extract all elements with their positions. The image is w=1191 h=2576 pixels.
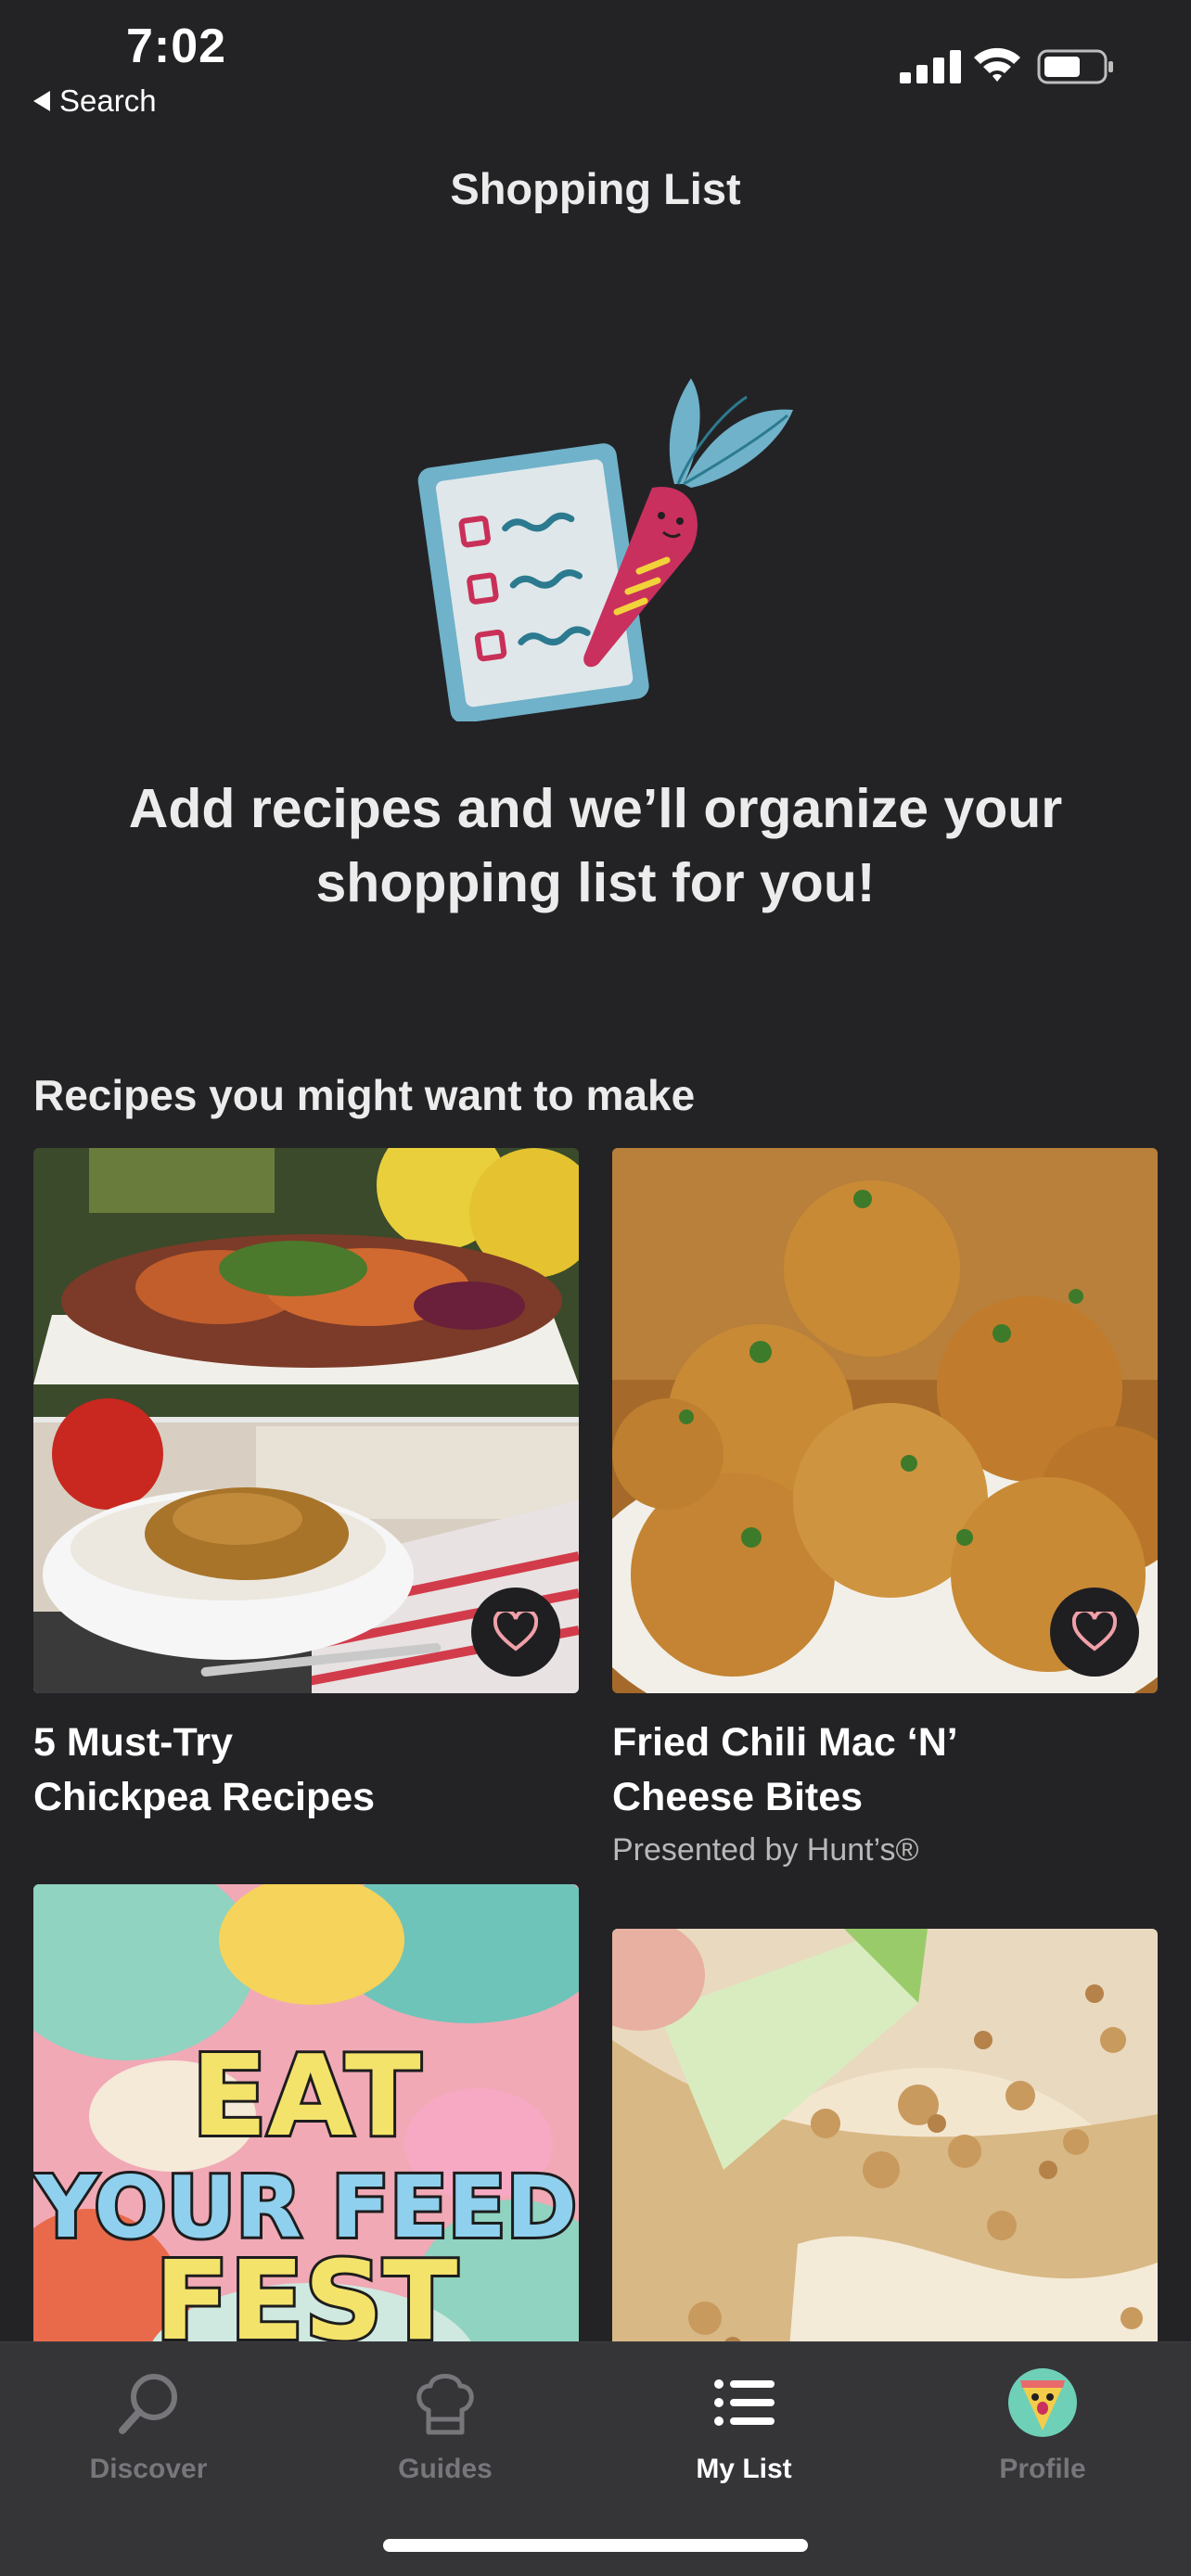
status-bar: 7:02 Search	[0, 0, 1191, 130]
back-arrow-icon	[33, 91, 50, 111]
heart-icon	[1072, 1612, 1117, 1651]
tab-profile[interactable]: Profile	[941, 2363, 1145, 2485]
recipe-title[interactable]: 5 Must-Try Chickpea Recipes	[33, 1715, 579, 1825]
recipe-card[interactable]: 5 Must-Try Chickpea Recipes	[33, 1148, 579, 1825]
tab-label: Discover	[89, 2454, 208, 2484]
search-icon	[119, 2374, 177, 2434]
tab-my-list[interactable]: My List	[642, 2363, 846, 2485]
battery-icon	[1037, 49, 1113, 84]
heart-icon	[493, 1612, 538, 1651]
recipe-image[interactable]	[612, 1148, 1158, 1693]
sponsor-label: Presented by Hunt’s®	[612, 1832, 919, 1868]
recipe-card[interactable]: Fried Chili Mac ‘N’ Cheese Bites Present…	[612, 1148, 1158, 1868]
recipe-title[interactable]: Fried Chili Mac ‘N’ Cheese Bites	[612, 1715, 1158, 1825]
back-to-search-button[interactable]: Search	[33, 83, 157, 119]
tab-label: My List	[696, 2454, 792, 2484]
chef-hat-icon	[416, 2374, 474, 2435]
recipe-image[interactable]	[33, 1148, 579, 1693]
tab-guides[interactable]: Guides	[343, 2363, 547, 2485]
back-label: Search	[59, 83, 157, 118]
wifi-icon	[974, 47, 1020, 82]
empty-state-message: Add recipes and we’ll organize your shop…	[128, 778, 1063, 913]
tab-discover[interactable]: Discover	[46, 2363, 250, 2485]
tab-label: Guides	[398, 2454, 493, 2484]
section-title: Recipes you might want to make	[33, 1071, 696, 1119]
list-icon	[714, 2379, 775, 2426]
poster-text-eat: EAT	[191, 2033, 421, 2162]
favorite-button[interactable]	[471, 1588, 560, 1677]
status-time: 7:02	[126, 19, 227, 73]
home-indicator[interactable]	[383, 2539, 808, 2552]
tab-label: Profile	[999, 2454, 1086, 2484]
checklist-carrot-illustration	[417, 378, 793, 721]
cellular-signal-icon	[900, 50, 961, 83]
page-title: Shopping List	[450, 164, 741, 213]
avatar-icon	[1008, 2368, 1077, 2437]
favorite-button[interactable]	[1050, 1588, 1139, 1677]
